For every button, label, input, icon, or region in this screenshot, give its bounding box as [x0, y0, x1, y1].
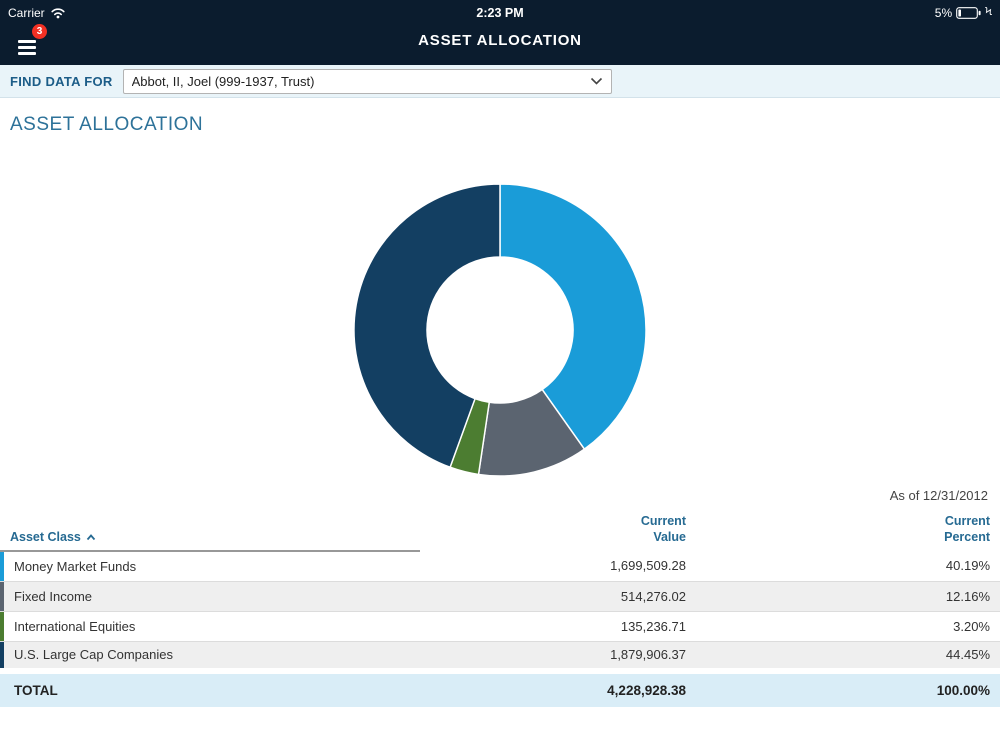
current-value-cell: 514,276.02: [420, 581, 696, 611]
table-row: International Equities 135,236.71 3.20%: [0, 611, 1000, 641]
chevron-down-icon: [590, 77, 603, 85]
current-value-header: Current Value: [420, 513, 696, 551]
total-percent-cell: 100.00%: [696, 671, 1000, 707]
current-value-header-line1: Current: [420, 513, 686, 529]
current-percent-header-line1: Current: [696, 513, 990, 529]
charging-bolt-icon: Ϟ: [985, 7, 992, 18]
sort-ascending-icon: [86, 534, 96, 541]
donut-chart-svg: [352, 182, 648, 478]
asset-allocation-donut-chart: [352, 182, 648, 478]
current-percent-cell: 44.45%: [696, 641, 1000, 671]
current-value-header-line2: Value: [420, 529, 686, 545]
total-row: TOTAL 4,228,928.38 100.00%: [0, 671, 1000, 707]
row-color-swatch: [0, 642, 4, 669]
current-value-cell: 135,236.71: [420, 611, 696, 641]
total-label: TOTAL: [0, 671, 420, 707]
navigation-bar: 3 ASSET ALLOCATION: [0, 22, 1000, 65]
carrier-label: Carrier: [8, 6, 45, 20]
asset-class-cell: International Equities: [14, 619, 135, 634]
main-content: ASSET ALLOCATION As of 12/31/2012 Asset …: [0, 114, 1000, 707]
section-heading: ASSET ALLOCATION: [10, 114, 1000, 136]
table-row: Fixed Income 514,276.02 12.16%: [0, 581, 1000, 611]
current-percent-header-line2: Percent: [696, 529, 990, 545]
battery-percent: 5%: [935, 6, 952, 20]
top-bar: Carrier 2:23 PM 5% Ϟ 3 ASSET ALLOCATION: [0, 0, 1000, 65]
row-color-swatch: [0, 612, 4, 641]
table-header-row: Asset Class Current Value Current Percen…: [0, 513, 1000, 551]
current-percent-cell: 40.19%: [696, 551, 1000, 581]
account-select-value: Abbot, II, Joel (999-1937, Trust): [132, 74, 315, 89]
find-data-label: FIND DATA FOR: [10, 74, 113, 89]
clock: 2:23 PM: [476, 6, 523, 20]
account-select[interactable]: Abbot, II, Joel (999-1937, Trust): [123, 69, 612, 94]
current-value-cell: 1,699,509.28: [420, 551, 696, 581]
current-percent-header: Current Percent: [696, 513, 1000, 551]
status-bar: Carrier 2:23 PM 5% Ϟ: [0, 0, 1000, 22]
as-of-date: As of 12/31/2012: [0, 488, 1000, 503]
asset-class-sort-header[interactable]: Asset Class: [0, 513, 420, 551]
total-value-cell: 4,228,928.38: [420, 671, 696, 707]
find-data-bar: FIND DATA FOR Abbot, II, Joel (999-1937,…: [0, 65, 1000, 98]
table-row: U.S. Large Cap Companies 1,879,906.37 44…: [0, 641, 1000, 671]
battery-icon: [956, 7, 981, 19]
asset-allocation-table: Asset Class Current Value Current Percen…: [0, 513, 1000, 707]
table-row: Money Market Funds 1,699,509.28 40.19%: [0, 551, 1000, 581]
current-percent-cell: 12.16%: [696, 581, 1000, 611]
page-title: ASSET ALLOCATION: [0, 32, 1000, 49]
asset-class-header-label: Asset Class: [10, 530, 81, 544]
row-color-swatch: [0, 582, 4, 611]
row-color-swatch: [0, 552, 4, 581]
current-value-cell: 1,879,906.37: [420, 641, 696, 671]
asset-class-cell: Money Market Funds: [14, 559, 136, 574]
asset-class-cell: U.S. Large Cap Companies: [14, 647, 173, 662]
current-percent-cell: 3.20%: [696, 611, 1000, 641]
wifi-icon: [50, 7, 66, 19]
asset-class-cell: Fixed Income: [14, 589, 92, 604]
